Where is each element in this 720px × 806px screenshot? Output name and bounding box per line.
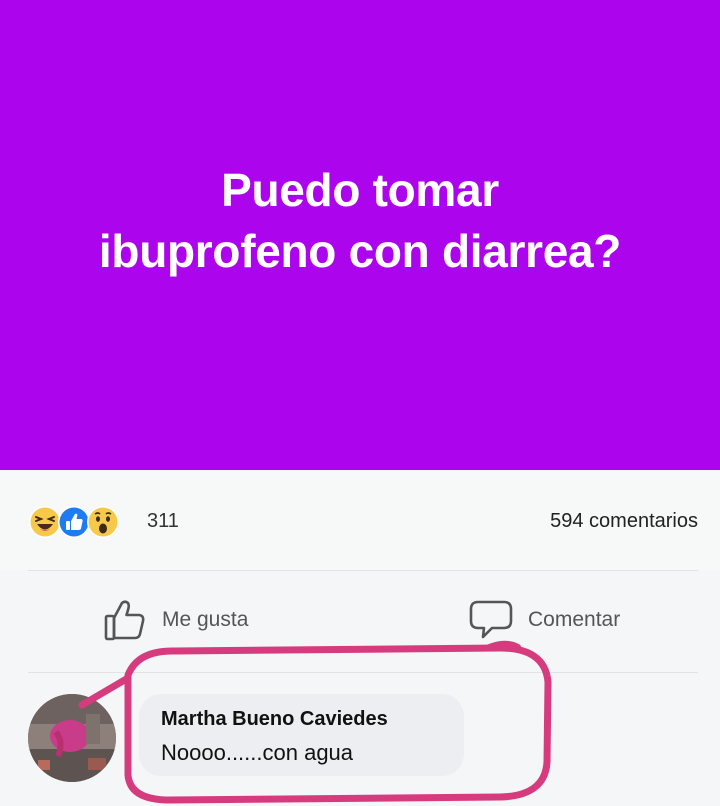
reactions-summary: 311 594 comentarios [0, 470, 720, 570]
comment-count[interactable]: 594 comentarios [550, 510, 698, 533]
like-button[interactable]: Me gusta [102, 597, 248, 643]
like-label: Me gusta [162, 608, 249, 631]
thumbs-up-icon [104, 600, 145, 641]
post-text: Puedo tomar ibuprofeno con diarrea? [40, 160, 680, 282]
comment-button[interactable]: Comentar [468, 599, 620, 641]
reaction-count[interactable]: 311 [147, 510, 179, 533]
comment-label: Comentar [528, 608, 621, 631]
post-text-line-2: ibuprofeno con diarrea? [98, 225, 622, 277]
comment-bubble: Martha Bueno Caviedes Noooo......con agu… [139, 694, 464, 776]
comment-bubble-icon [469, 600, 513, 639]
divider [28, 672, 698, 673]
reaction-icons[interactable] [28, 505, 120, 539]
comment-author[interactable]: Martha Bueno Caviedes [161, 708, 388, 731]
post-text-line-1: Puedo tomar [221, 164, 499, 216]
avatar[interactable] [28, 694, 116, 782]
divider [28, 570, 698, 571]
avatar-photo [28, 694, 116, 782]
wow-reaction-icon [87, 506, 119, 538]
post-banner: Puedo tomar ibuprofeno con diarrea? [0, 0, 720, 470]
comment-text: Noooo......con agua [161, 740, 354, 765]
comment: Martha Bueno Caviedes Noooo......con agu… [0, 682, 720, 806]
